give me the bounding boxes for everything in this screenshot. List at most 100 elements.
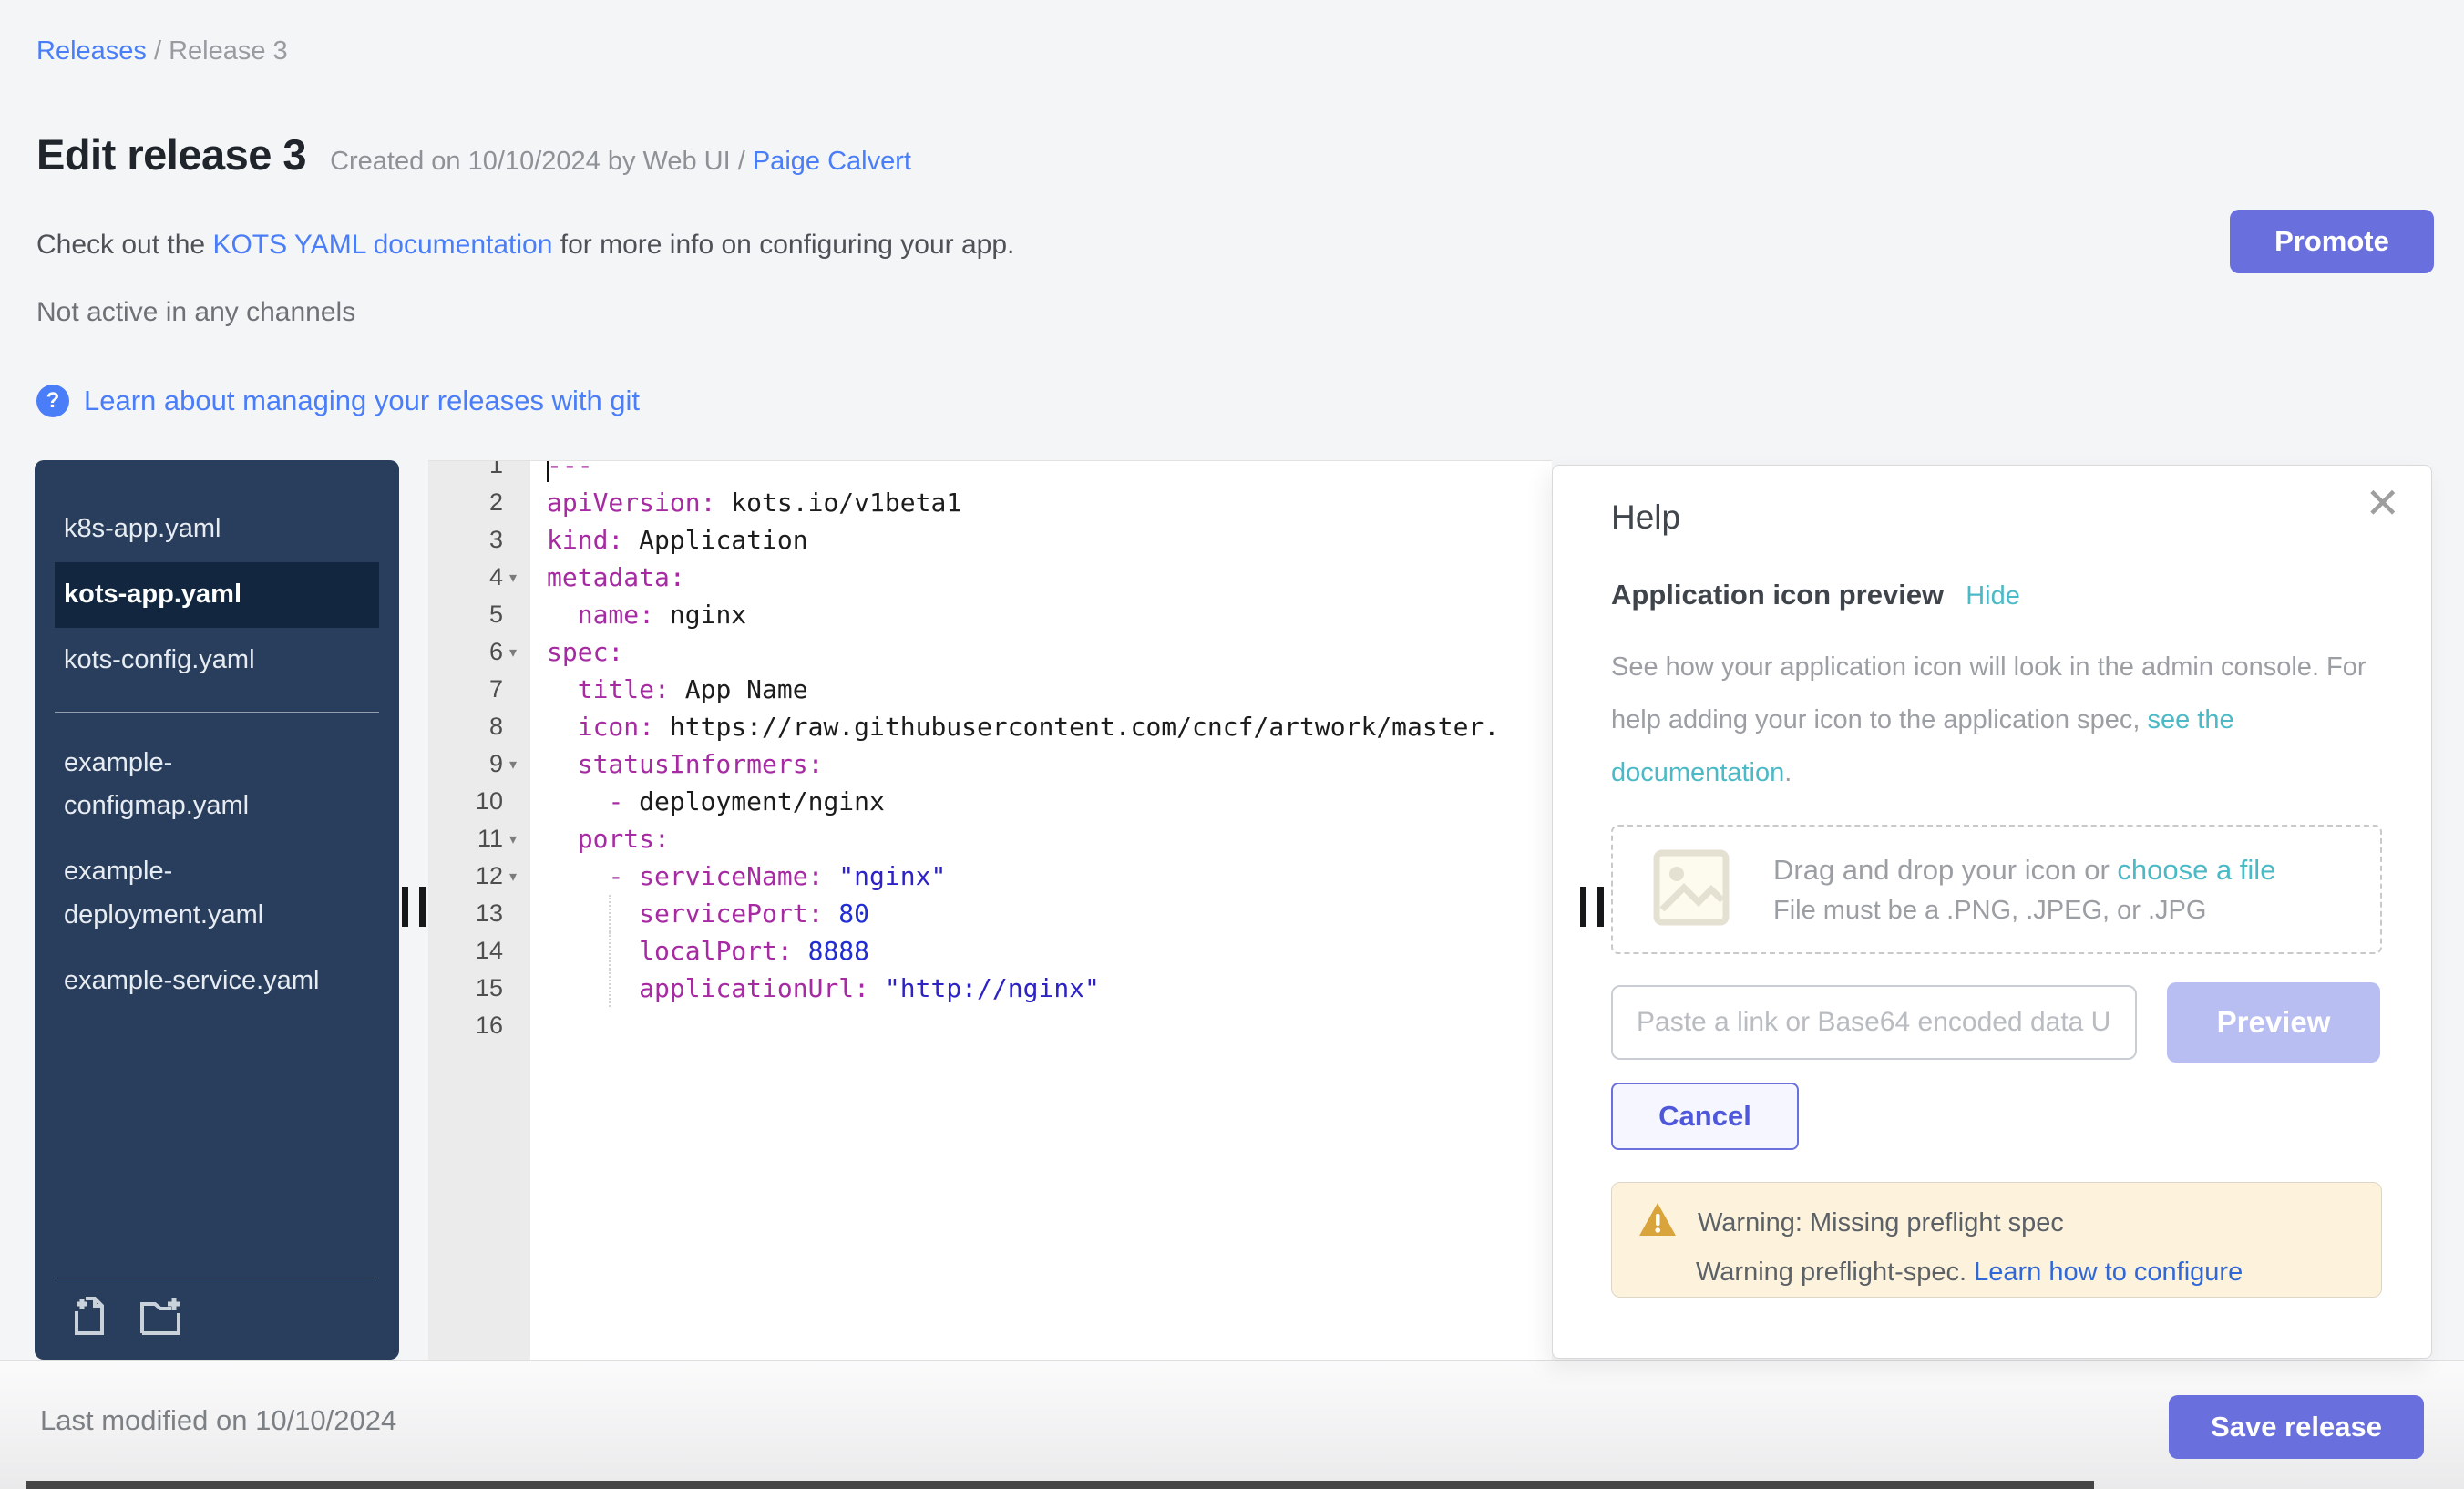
fold-arrow-icon[interactable]: ▾ [503, 830, 523, 848]
dropzone-hint: File must be a .PNG, .JPEG, or .JPG [1773, 896, 2275, 926]
code-line-5[interactable]: 5 name: nginx [428, 596, 1552, 633]
save-release-button[interactable]: Save release [2169, 1395, 2424, 1459]
gutter-line-number: 13 [428, 895, 530, 932]
preflight-warning: Warning: Missing preflight spec Warning … [1611, 1182, 2382, 1298]
image-placeholder-icon [1653, 849, 1730, 930]
sidebar-bottom [56, 1278, 377, 1341]
promote-button[interactable]: Promote [2230, 210, 2434, 273]
code-content: title: App Name [530, 671, 808, 708]
code-content: icon: https://raw.githubusercontent.com/… [530, 708, 1499, 745]
file-label: example-deployment.yaml [64, 850, 335, 938]
code-line-14[interactable]: 14 localPort: 8888 [428, 932, 1552, 970]
choose-file-link[interactable]: choose a file [2117, 854, 2275, 886]
code-line-10[interactable]: 10 - deployment/nginx [428, 783, 1552, 820]
file-label: example-service.yaml [64, 960, 319, 1003]
fold-arrow-icon[interactable]: ▾ [503, 755, 523, 774]
icon-dropzone[interactable]: Drag and drop your icon or choose a file… [1611, 825, 2382, 954]
fold-arrow-icon[interactable]: ▾ [503, 643, 523, 662]
fold-arrow-icon[interactable]: ▾ [503, 569, 523, 587]
edit-release-page: Releases / Release 3 Edit release 3 Crea… [0, 0, 2464, 1489]
sidebar-file-kots-config.yaml[interactable]: kots-config.yaml [55, 628, 379, 693]
code-line-9[interactable]: 9▾ statusInformers: [428, 745, 1552, 783]
doc-hint: Check out the KOTS YAML documentation fo… [36, 230, 1014, 261]
editor-resize-handle[interactable] [1580, 887, 1604, 927]
gutter-line-number: 6▾ [428, 633, 530, 671]
code-line-1[interactable]: 1--- [428, 460, 1552, 484]
sidebar-file-kots-app.yaml[interactable]: kots-app.yaml [55, 562, 379, 628]
gutter-line-number: 9▾ [428, 745, 530, 783]
channel-status: Not active in any channels [36, 297, 355, 328]
sidebar-file-k8s-app.yaml[interactable]: k8s-app.yaml [55, 497, 379, 562]
fold-arrow-icon[interactable]: ▾ [503, 868, 523, 886]
help-panel: ✕ Help Application icon preview Hide See… [1552, 465, 2432, 1359]
add-folder-icon[interactable] [139, 1297, 184, 1341]
kots-yaml-doc-link[interactable]: KOTS YAML documentation [212, 230, 552, 260]
code-content: - serviceName: "nginx" [530, 857, 946, 895]
footer-bar: Last modified on 10/10/2024 Save release [0, 1360, 2464, 1489]
question-icon: ? [36, 385, 69, 417]
code-content: name: nginx [530, 596, 746, 633]
learn-configure-link[interactable]: Learn how to configure [1974, 1258, 2243, 1287]
breadcrumb-current: Release 3 [169, 36, 288, 66]
preview-button[interactable]: Preview [2167, 982, 2380, 1063]
gutter-line-number: 7 [428, 671, 530, 708]
git-releases-link[interactable]: Learn about managing your releases with … [84, 385, 640, 417]
gutter-line-number: 4▾ [428, 559, 530, 596]
icon-preview-description: See how your application icon will look … [1611, 641, 2413, 799]
gutter-line-number: 8 [428, 708, 530, 745]
gutter-line-number: 12▾ [428, 857, 530, 895]
breadcrumb-separator: / [147, 36, 169, 66]
page-title: Edit release 3 [36, 129, 306, 180]
file-sidebar: k8s-app.yaml kots-app.yaml kots-config.yam… [35, 460, 399, 1360]
sidebar-file-example-configmap.yaml[interactable]: example-configmap.yaml [55, 731, 379, 840]
code-line-7[interactable]: 7 title: App Name [428, 671, 1552, 708]
code-content: ports: [530, 820, 670, 857]
code-content: apiVersion: kots.io/v1beta1 [530, 484, 961, 521]
breadcrumb-releases-link[interactable]: Releases [36, 36, 147, 66]
file-label: example-configmap.yaml [64, 742, 335, 829]
file-label: kots-config.yaml [64, 639, 255, 683]
file-label: kots-app.yaml [64, 573, 241, 617]
code-content: --- [530, 460, 593, 484]
code-line-2[interactable]: 2apiVersion: kots.io/v1beta1 [428, 484, 1552, 521]
code-content: metadata: [530, 559, 685, 596]
file-label: k8s-app.yaml [64, 508, 221, 551]
dropzone-text: Drag and drop your icon or choose a file [1773, 854, 2275, 887]
code-content: localPort: 8888 [530, 932, 869, 970]
help-panel-title: Help [1611, 498, 1680, 537]
gutter-line-number: 16 [428, 1007, 530, 1044]
code-line-11[interactable]: 11▾ ports: [428, 820, 1552, 857]
created-info: Created on 10/10/2024 by Web UI / Paige … [330, 147, 911, 177]
sidebar-divider [55, 712, 379, 713]
gutter-line-number: 15 [428, 970, 530, 1007]
code-line-6[interactable]: 6▾spec: [428, 633, 1552, 671]
file-list: k8s-app.yaml kots-app.yaml kots-config.yam… [35, 497, 399, 1014]
last-modified: Last modified on 10/10/2024 [40, 1404, 396, 1437]
close-icon[interactable]: ✕ [2365, 482, 2400, 524]
created-by-link[interactable]: Paige Calvert [753, 147, 911, 176]
code-line-12[interactable]: 12▾ - serviceName: "nginx" [428, 857, 1552, 895]
code-content: statusInformers: [530, 745, 823, 783]
gutter-line-number: 5 [428, 596, 530, 633]
hide-link[interactable]: Hide [1966, 581, 2020, 611]
code-line-4[interactable]: 4▾metadata: [428, 559, 1552, 596]
warning-icon [1638, 1201, 1678, 1245]
sidebar-file-example-deployment.yaml[interactable]: example-deployment.yaml [55, 839, 379, 949]
code-line-13[interactable]: 13 servicePort: 80 [428, 895, 1552, 932]
code-line-8[interactable]: 8 icon: https://raw.githubusercontent.co… [428, 708, 1552, 745]
yaml-editor[interactable]: 1---2apiVersion: kots.io/v1beta13kind: A… [428, 460, 1552, 1360]
sidebar-file-example-service.yaml[interactable]: example-service.yaml [55, 949, 379, 1014]
code-content: servicePort: 80 [530, 895, 869, 932]
add-file-icon[interactable] [69, 1297, 111, 1341]
sidebar-resize-handle[interactable] [402, 887, 426, 927]
gutter-line-number: 10 [428, 783, 530, 820]
code-line-15[interactable]: 15 applicationUrl: "http://nginx" [428, 970, 1552, 1007]
code-line-3[interactable]: 3kind: Application [428, 521, 1552, 559]
code-line-16[interactable]: 16 [428, 1007, 1552, 1044]
icon-url-input[interactable] [1611, 985, 2137, 1060]
code-content: - deployment/nginx [530, 783, 885, 820]
cancel-button[interactable]: Cancel [1611, 1083, 1799, 1150]
code-content [530, 1007, 547, 1044]
gutter-line-number: 2 [428, 484, 530, 521]
code-content: spec: [530, 633, 623, 671]
